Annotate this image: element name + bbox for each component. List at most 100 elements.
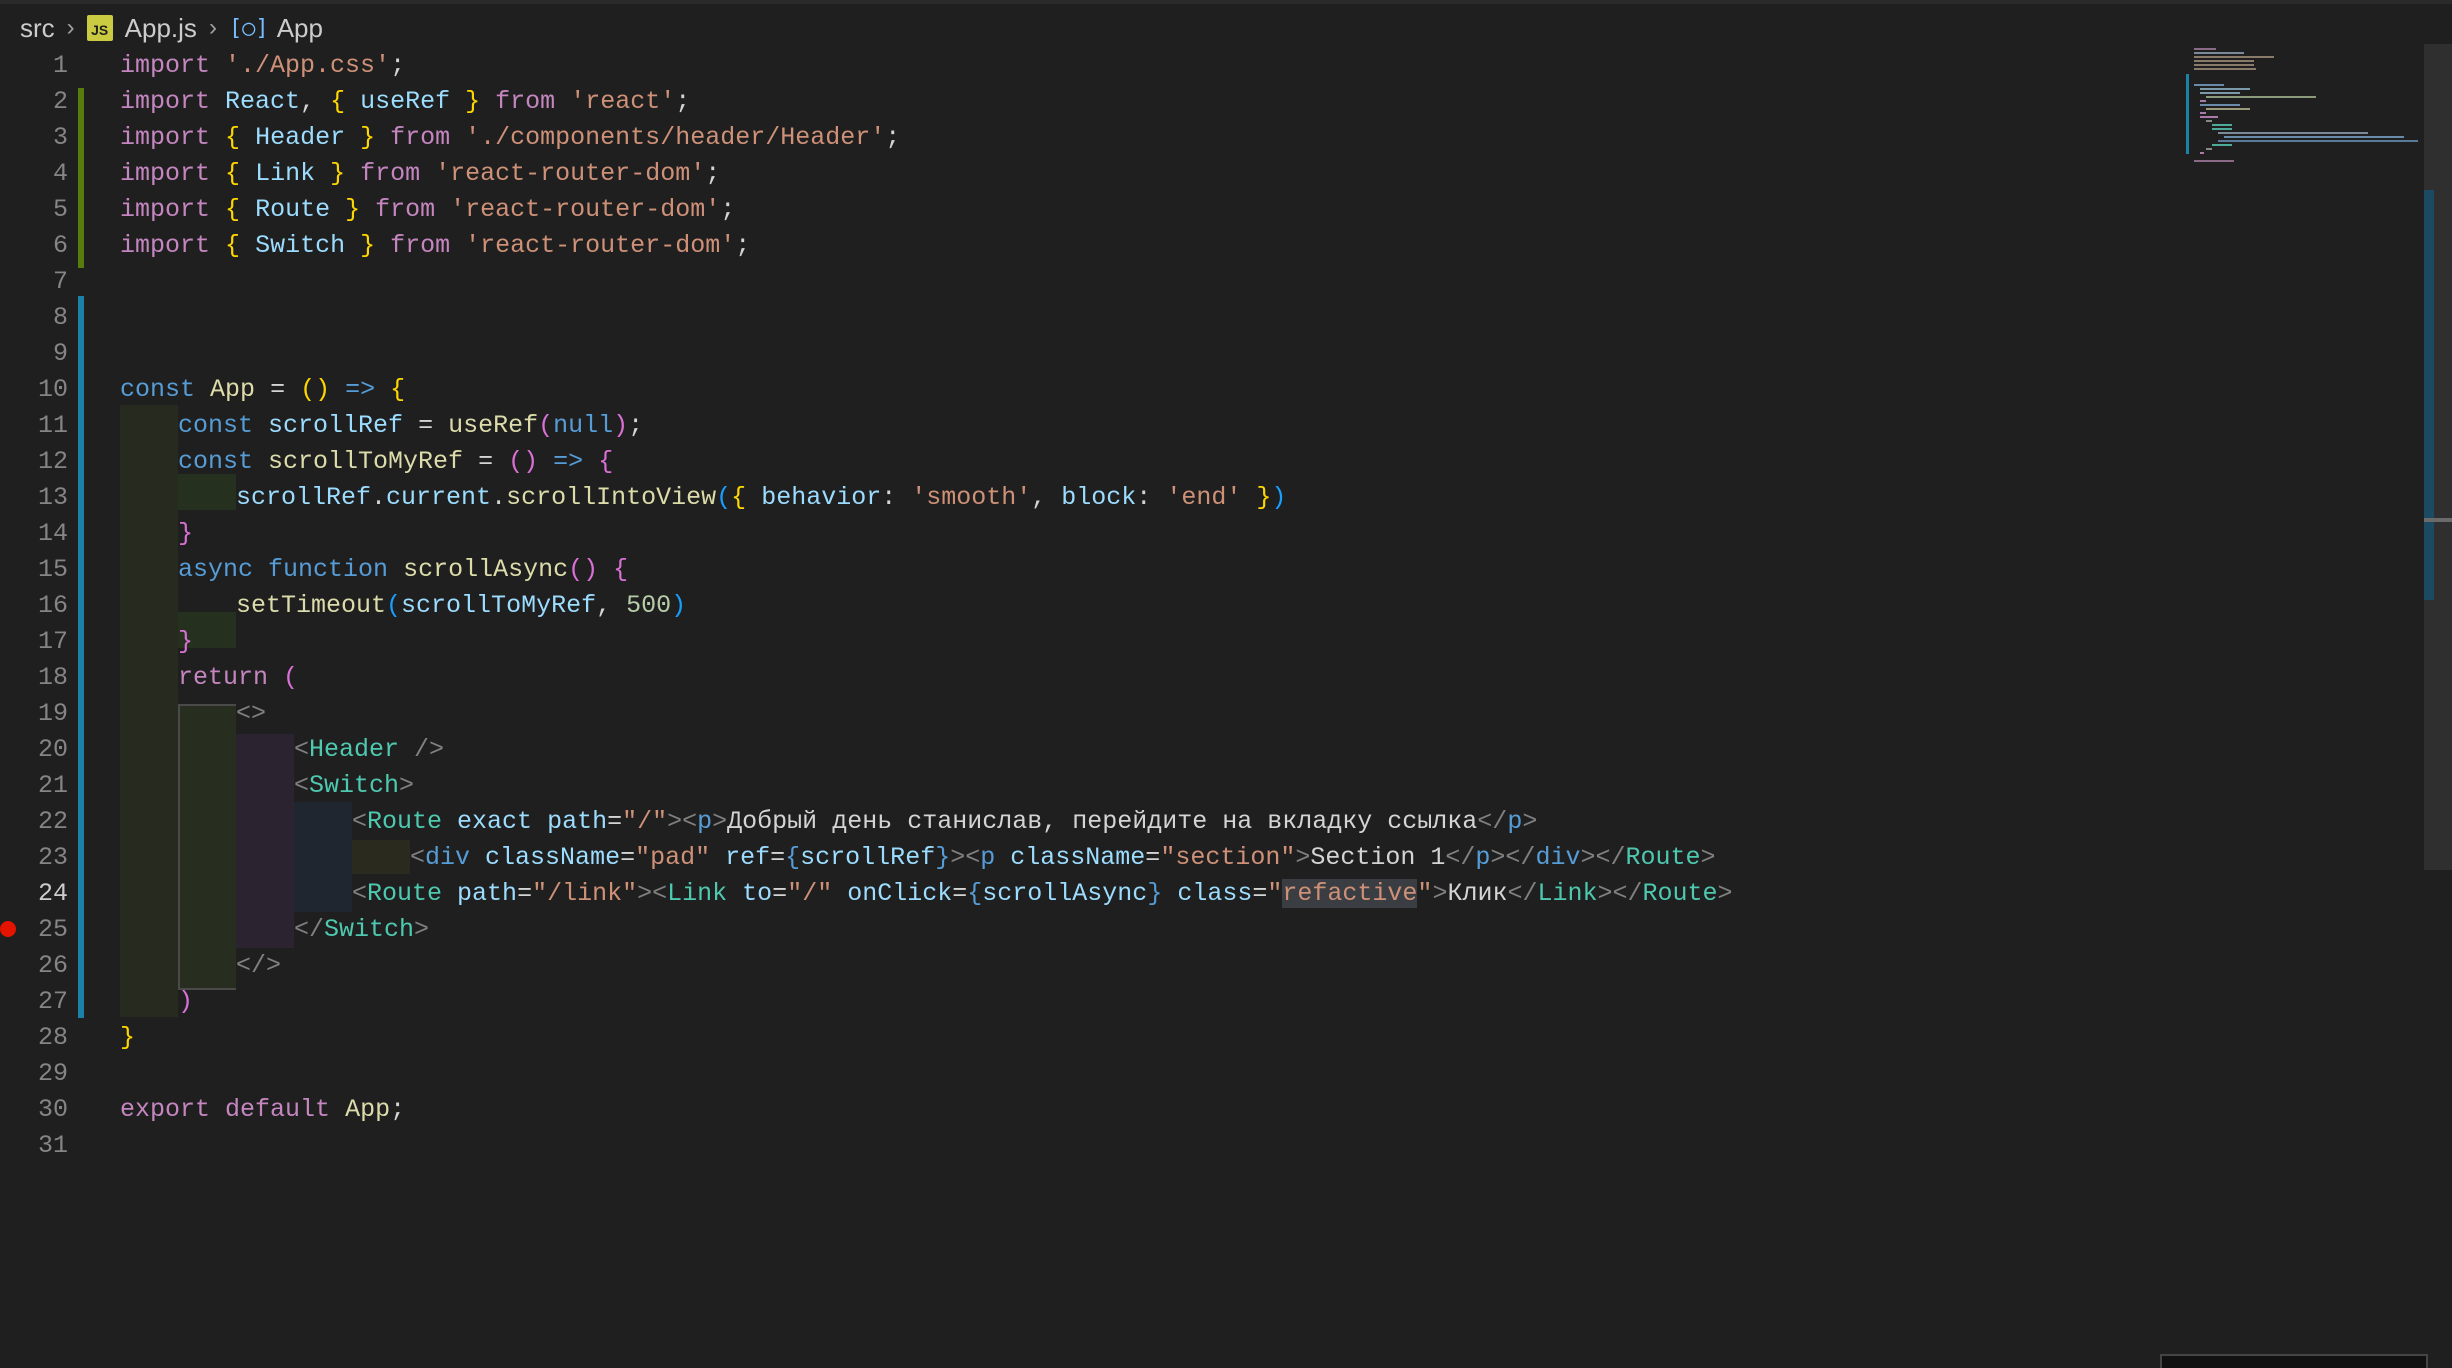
code-token: { bbox=[785, 843, 801, 872]
minimap[interactable] bbox=[2182, 44, 2422, 164]
code-token: Switch bbox=[255, 231, 346, 260]
code-token: to bbox=[742, 879, 773, 908]
minimap-line bbox=[2194, 64, 2254, 66]
minimap-line bbox=[2200, 88, 2250, 90]
line-number: 19 bbox=[37, 699, 68, 728]
code-line[interactable]: <> bbox=[236, 696, 266, 732]
minimap-line bbox=[2206, 120, 2212, 122]
code-line[interactable]: setTimeout(scrollToMyRef, 500) bbox=[236, 588, 686, 624]
code-token: ; bbox=[675, 87, 691, 116]
code-line[interactable]: } bbox=[178, 624, 193, 660]
code-token: const bbox=[178, 411, 254, 440]
breadcrumb-symbol[interactable]: App bbox=[277, 13, 323, 44]
code-token: function bbox=[268, 555, 389, 584]
breadcrumb-file[interactable]: App.js bbox=[125, 13, 197, 44]
code-line[interactable]: import { Switch } from 'react-router-dom… bbox=[120, 228, 750, 264]
code-token: () bbox=[508, 447, 539, 476]
code-line[interactable]: import './App.css'; bbox=[120, 48, 405, 84]
code-token: React bbox=[225, 87, 301, 116]
code-token: { bbox=[613, 555, 629, 584]
breadcrumb: src › JS App.js › [○] App bbox=[0, 0, 2452, 52]
code-token: import bbox=[120, 123, 211, 152]
code-line[interactable]: const scrollRef = useRef(null); bbox=[178, 408, 643, 444]
line-number: 9 bbox=[52, 339, 68, 368]
code-line[interactable]: <Switch> bbox=[294, 768, 414, 804]
code-token: . bbox=[371, 483, 387, 512]
code-token: = bbox=[620, 843, 636, 872]
line-number: 26 bbox=[37, 951, 68, 980]
code-line[interactable]: <div className="pad" ref={scrollRef}><p … bbox=[410, 840, 1716, 876]
code-token: ></ bbox=[1580, 843, 1626, 872]
code-line[interactable]: const App = () => { bbox=[120, 372, 405, 408]
code-token: Добрый день станислав, перейдите на вкла… bbox=[727, 807, 1478, 836]
code-line[interactable]: import { Link } from 'react-router-dom'; bbox=[120, 156, 720, 192]
code-token: './components/header/Header' bbox=[465, 123, 886, 152]
code-token: } bbox=[120, 1023, 136, 1052]
code-line[interactable]: scrollRef.current.scrollIntoView({ behav… bbox=[236, 480, 1286, 516]
code-line[interactable]: import React, { useRef } from 'react'; bbox=[120, 84, 690, 120]
code-token: ; bbox=[705, 159, 721, 188]
minimap-line bbox=[2200, 104, 2240, 106]
bottom-panel-edge bbox=[2160, 1354, 2428, 1368]
line-number: 17 bbox=[37, 627, 68, 656]
code-token: async bbox=[178, 555, 254, 584]
code-token: ; bbox=[885, 123, 901, 152]
code-token: import bbox=[120, 159, 211, 188]
code-token: } bbox=[178, 519, 194, 548]
code-token: () bbox=[300, 375, 331, 404]
line-number: 30 bbox=[37, 1095, 68, 1124]
code-token: > bbox=[712, 807, 728, 836]
code-token: < bbox=[294, 771, 310, 800]
code-token: path bbox=[457, 879, 518, 908]
minimap-line bbox=[2194, 56, 2274, 58]
minimap-line bbox=[2194, 60, 2254, 62]
line-number: 31 bbox=[37, 1131, 68, 1160]
code-token: " bbox=[1267, 879, 1283, 908]
code-token: > bbox=[1432, 879, 1448, 908]
code-token: App bbox=[210, 375, 256, 404]
code-line[interactable]: <Header /> bbox=[294, 732, 444, 768]
indent-guide bbox=[120, 405, 178, 1017]
line-number: 21 bbox=[37, 771, 68, 800]
code-token: ; bbox=[735, 231, 751, 260]
code-line[interactable]: } bbox=[120, 1020, 135, 1056]
code-token: className bbox=[485, 843, 621, 872]
code-line[interactable]: export default App; bbox=[120, 1092, 405, 1128]
code-editor[interactable]: src › JS App.js › [○] App 1 2 3 4 5 6 7 … bbox=[0, 0, 2452, 1368]
git-change-bar bbox=[78, 296, 84, 1018]
code-token: import bbox=[120, 87, 211, 116]
code-token: { bbox=[225, 159, 241, 188]
code-token: p bbox=[980, 843, 996, 872]
code-token: { bbox=[330, 87, 346, 116]
code-line[interactable]: const scrollToMyRef = () => { bbox=[178, 444, 613, 480]
code-line[interactable]: </Switch> bbox=[294, 912, 429, 948]
code-line[interactable]: <Route exact path="/"><p>Добрый день ста… bbox=[352, 804, 1537, 840]
chevron-right-icon: › bbox=[66, 14, 75, 41]
code-token: 'react-router-dom' bbox=[450, 195, 721, 224]
code-token: < bbox=[410, 843, 426, 872]
minimap-line bbox=[2212, 144, 2232, 146]
code-line[interactable]: return ( bbox=[178, 660, 298, 696]
code-token: App bbox=[345, 1095, 391, 1124]
code-token: { bbox=[598, 447, 614, 476]
scrollbar-cursor-marker bbox=[2424, 518, 2452, 522]
code-line[interactable]: </> bbox=[236, 948, 281, 984]
minimap-line bbox=[2206, 148, 2212, 150]
code-line[interactable]: import { Route } from 'react-router-dom'… bbox=[120, 192, 735, 228]
minimap-line bbox=[2200, 116, 2218, 118]
code-token: scrollAsync bbox=[403, 555, 569, 584]
code-line-active[interactable]: <Route path="/link"><Link to="/" onClick… bbox=[352, 876, 1733, 912]
breadcrumb-folder[interactable]: src bbox=[20, 13, 55, 44]
code-token: 500 bbox=[626, 591, 672, 620]
code-token: > bbox=[1700, 843, 1716, 872]
code-line[interactable]: } bbox=[178, 516, 193, 552]
code-token: " bbox=[1417, 879, 1433, 908]
line-number: 8 bbox=[52, 303, 68, 332]
line-number: 27 bbox=[37, 987, 68, 1016]
code-token: "pad" bbox=[635, 843, 711, 872]
code-token: "/" bbox=[787, 879, 833, 908]
code-line[interactable]: ) bbox=[178, 984, 193, 1020]
code-token: const bbox=[178, 447, 254, 476]
code-line[interactable]: import { Header } from './components/hea… bbox=[120, 120, 900, 156]
code-line[interactable]: async function scrollAsync() { bbox=[178, 552, 628, 588]
